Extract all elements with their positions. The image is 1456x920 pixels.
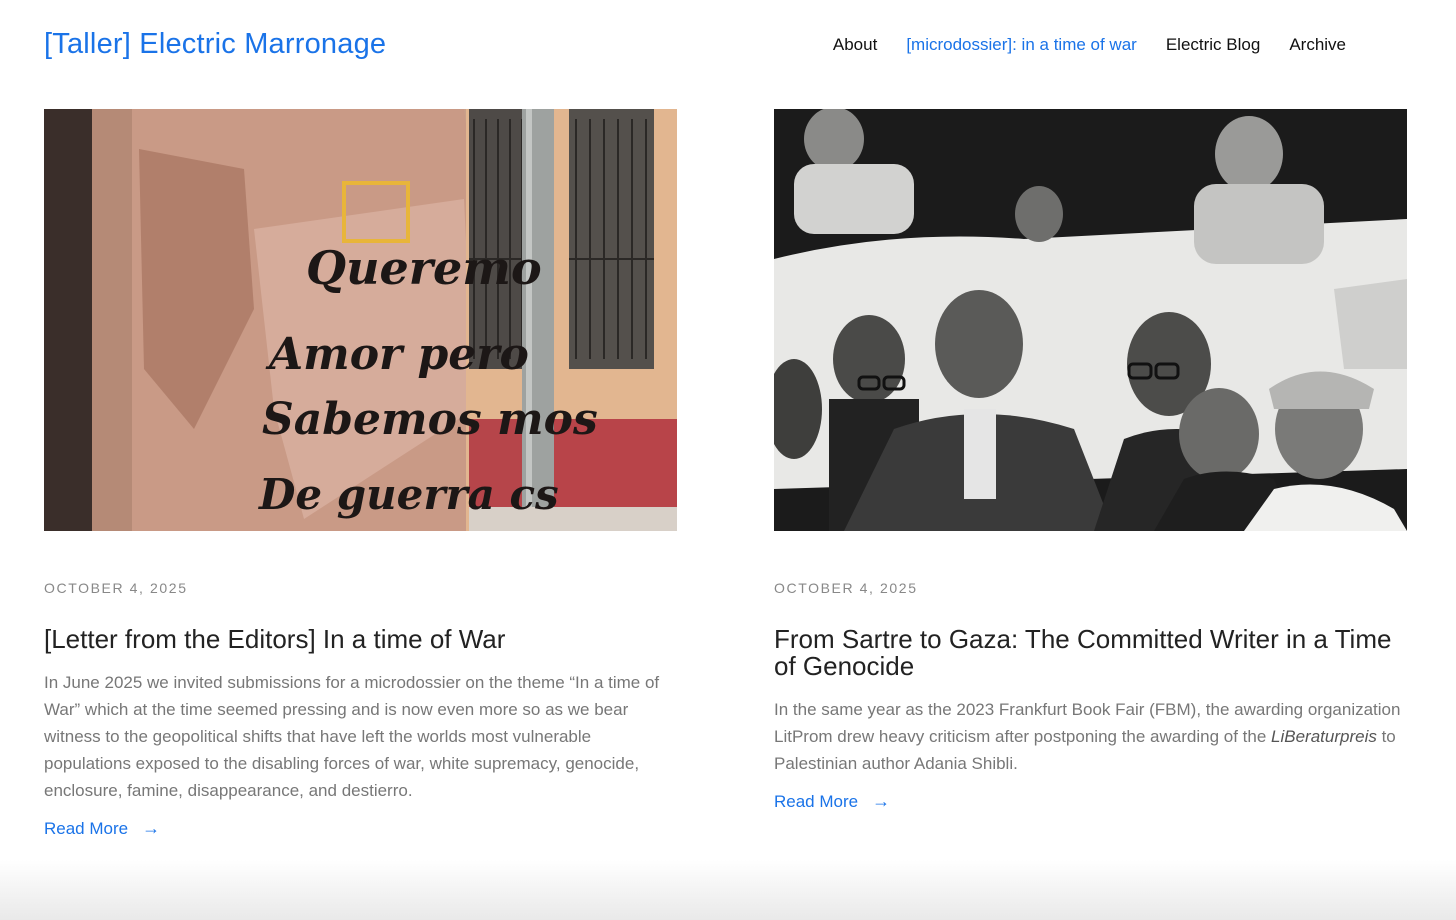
nav-item-microdossier[interactable]: [microdossier]: in a time of war: [906, 35, 1137, 55]
excerpt-award-name: LiBeraturpreis: [1271, 727, 1377, 746]
read-more-label: Read More: [774, 791, 859, 811]
nav-item-archive[interactable]: Archive: [1289, 35, 1346, 55]
read-more-link[interactable]: Read More →: [44, 818, 160, 839]
post-card: OCTOBER 4, 2025 From Sartre to Gaza: The…: [774, 109, 1407, 812]
main-nav: About [microdossier]: in a time of war E…: [833, 35, 1346, 55]
post-date: OCTOBER 4, 2025: [774, 580, 918, 596]
post-date: OCTOBER 4, 2025: [44, 580, 188, 596]
arrow-right-icon: →: [872, 791, 891, 811]
site-title[interactable]: [Taller] Electric Marronage: [44, 28, 386, 61]
post-card: Queremo Amor pero Sabemos mos De guerra …: [44, 109, 677, 839]
graffiti-line-1: Queremo: [306, 241, 542, 295]
graffiti-line-3: Sabemos mos: [262, 394, 598, 445]
group-photo-image: [774, 109, 1407, 531]
post-thumbnail-group-photo[interactable]: [774, 109, 1407, 531]
graffiti-line-4: De guerra cs: [258, 470, 559, 519]
post-thumbnail-graffiti-wall[interactable]: Queremo Amor pero Sabemos mos De guerra …: [44, 109, 677, 531]
graffiti-line-2: Amor pero: [265, 329, 529, 380]
read-more-label: Read More: [44, 818, 129, 838]
graffiti-wall-image: Queremo Amor pero Sabemos mos De guerra …: [44, 109, 677, 531]
post-title[interactable]: From Sartre to Gaza: The Committed Write…: [774, 626, 1407, 680]
arrow-right-icon: →: [142, 818, 161, 838]
post-excerpt: In the same year as the 2023 Frankfurt B…: [774, 696, 1407, 777]
post-title[interactable]: [Letter from the Editors] In a time of W…: [44, 626, 677, 653]
post-excerpt: In June 2025 we invited submissions for …: [44, 673, 660, 800]
nav-item-electric-blog[interactable]: Electric Blog: [1166, 35, 1260, 55]
read-more-link[interactable]: Read More →: [774, 791, 890, 812]
footer-fade: [0, 860, 1456, 920]
nav-item-about[interactable]: About: [833, 35, 877, 55]
